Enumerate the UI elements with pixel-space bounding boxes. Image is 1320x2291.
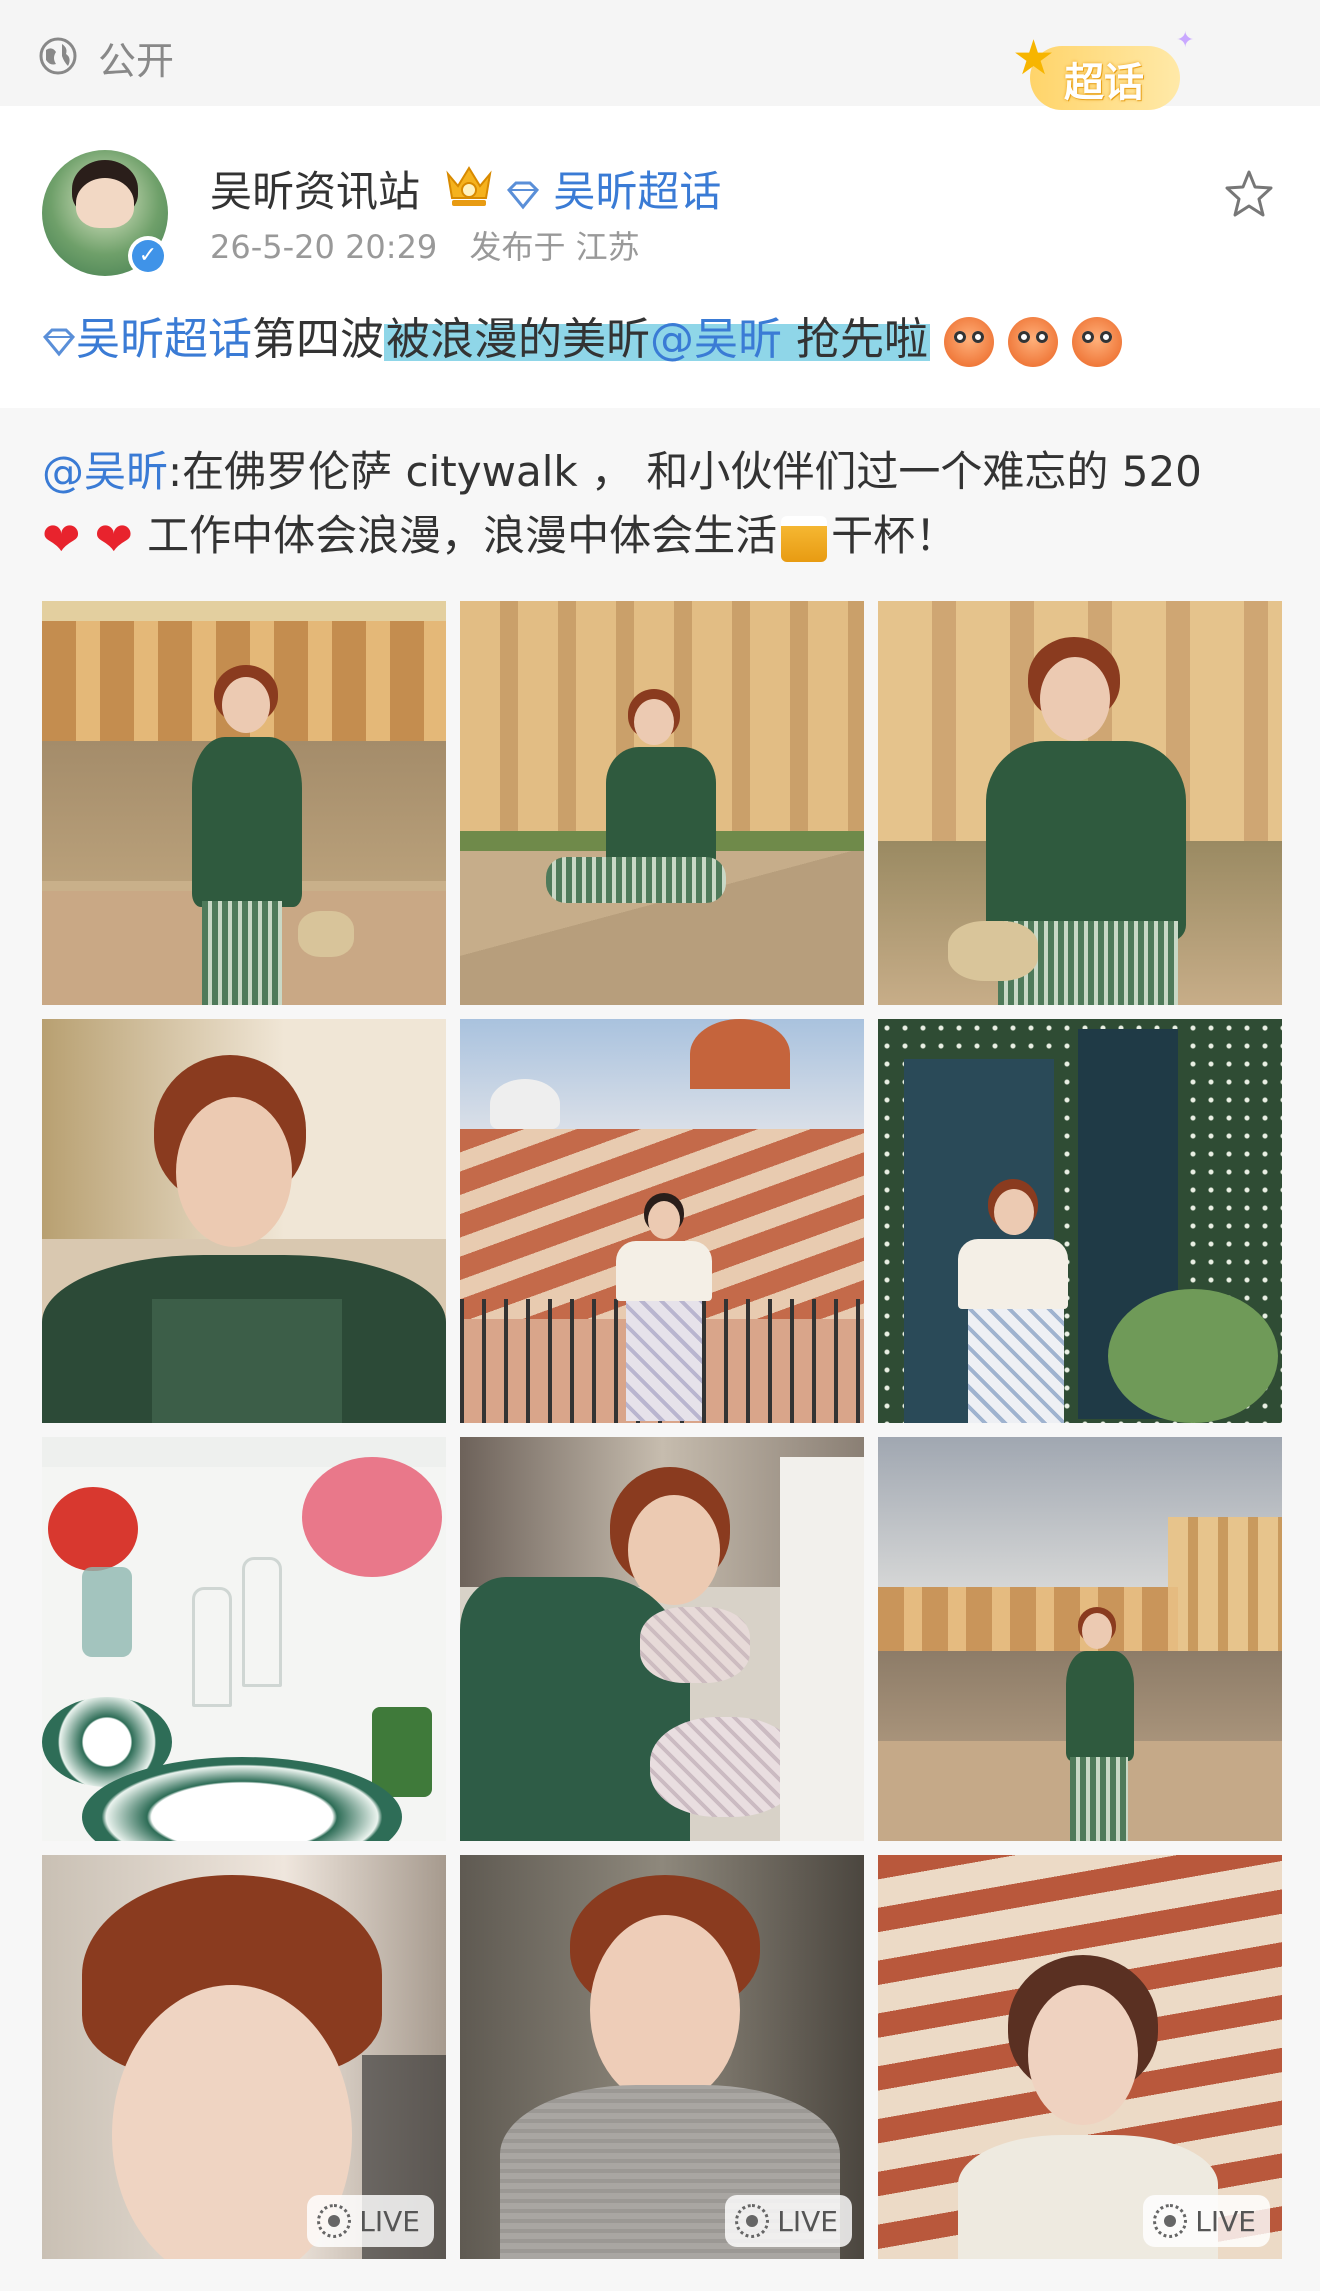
post-highlight-text-a: 被浪漫的美昕 — [386, 314, 650, 365]
visibility-bar: 公开 ★ 超话 ✦ — [0, 0, 1320, 110]
post-text-plain: 第四波 — [252, 314, 384, 365]
diamond-icon — [42, 328, 76, 357]
live-badge: LIVE — [725, 2195, 852, 2247]
supertopic-link-label: 吴昕超话 — [553, 167, 722, 216]
live-label: LIVE — [777, 2204, 838, 2238]
repost-line2-b: 干杯！ — [831, 511, 958, 560]
post-location: 发布于 江苏 — [469, 228, 640, 266]
photo-selfie-cardigan[interactable]: LIVE — [460, 1855, 864, 2259]
heart-icon: ❤ — [42, 511, 81, 566]
post-topic-label: 吴昕超话 — [76, 314, 252, 365]
beer-icon — [781, 515, 828, 562]
post-topic-link[interactable]: 吴昕超话 — [42, 314, 252, 365]
photo-grid: LIVE LIVE LIVE — [42, 601, 1282, 2259]
photo-bridge-river[interactable] — [42, 601, 446, 1005]
live-label: LIVE — [1195, 2204, 1256, 2238]
repost-mention-link[interactable]: @吴昕 — [42, 447, 168, 496]
photo-closeup-face[interactable]: LIVE — [42, 1855, 446, 2259]
post-timestamp: 26-5-20 20:29 — [210, 228, 438, 266]
badge-label: 超话 — [1064, 60, 1144, 106]
photo-garden-doorway[interactable] — [878, 1019, 1282, 1423]
photo-portrait-green-jacket[interactable] — [42, 1019, 446, 1423]
verified-badge-icon: ✓ — [128, 236, 168, 276]
favorite-star-icon[interactable] — [1222, 168, 1276, 220]
sparkle-icon: ✦ — [1176, 28, 1195, 53]
photo-dinner-table[interactable] — [42, 1437, 446, 1841]
photo-building-sitting[interactable] — [460, 601, 864, 1005]
post-highlight: 被浪漫的美昕@吴昕 抢先啦 — [384, 314, 930, 365]
heart-icon: ❤ — [94, 511, 134, 566]
globe-icon — [39, 37, 77, 75]
post-meta: 26-5-20 20:29 发布于 江苏 — [210, 222, 662, 268]
star-icon: ★ — [1012, 30, 1056, 86]
supertopic-badge[interactable]: ★ 超话 ✦ — [1006, 28, 1206, 118]
emoji-icon — [1008, 317, 1058, 367]
supertopic-link[interactable]: 吴昕超话 — [506, 158, 721, 219]
diamond-icon — [506, 181, 540, 209]
repost-line2-a: 工作中体会浪漫，浪漫中体会生活 — [147, 511, 778, 560]
repost-line1: :在佛罗伦萨 citywalk ， 和小伙伴们过一个难忘的 520 — [168, 447, 1202, 496]
visibility-label: 公开 — [98, 39, 175, 83]
live-badge: LIVE — [307, 2195, 434, 2247]
live-icon — [735, 2204, 770, 2238]
repost-text: @吴昕:在佛罗伦萨 citywalk ， 和小伙伴们过一个难忘的 520 ❤ ❤ 工… — [42, 440, 1202, 571]
photo-building-closeup[interactable] — [878, 601, 1282, 1005]
emoji-icon — [1072, 317, 1122, 367]
photo-rooftops-portrait[interactable]: LIVE — [878, 1855, 1282, 2259]
crown-icon — [446, 166, 492, 206]
photo-rooftop-duomo[interactable] — [460, 1019, 864, 1423]
live-icon — [317, 2204, 352, 2238]
photo-party-handbag[interactable] — [460, 1437, 864, 1841]
emoji-icon — [944, 317, 994, 367]
user-name[interactable]: 吴昕资讯站 — [210, 158, 420, 219]
live-badge: LIVE — [1143, 2195, 1270, 2247]
post-highlight-text-b: 抢先啦 — [796, 314, 928, 365]
post-mention-link[interactable]: @吴昕 — [650, 314, 782, 365]
live-label: LIVE — [359, 2204, 420, 2238]
post-text: 吴昕超话第四波被浪漫的美昕@吴昕 抢先啦 — [42, 310, 1122, 370]
live-icon — [1153, 2204, 1188, 2238]
photo-bridge-walking[interactable] — [878, 1437, 1282, 1841]
